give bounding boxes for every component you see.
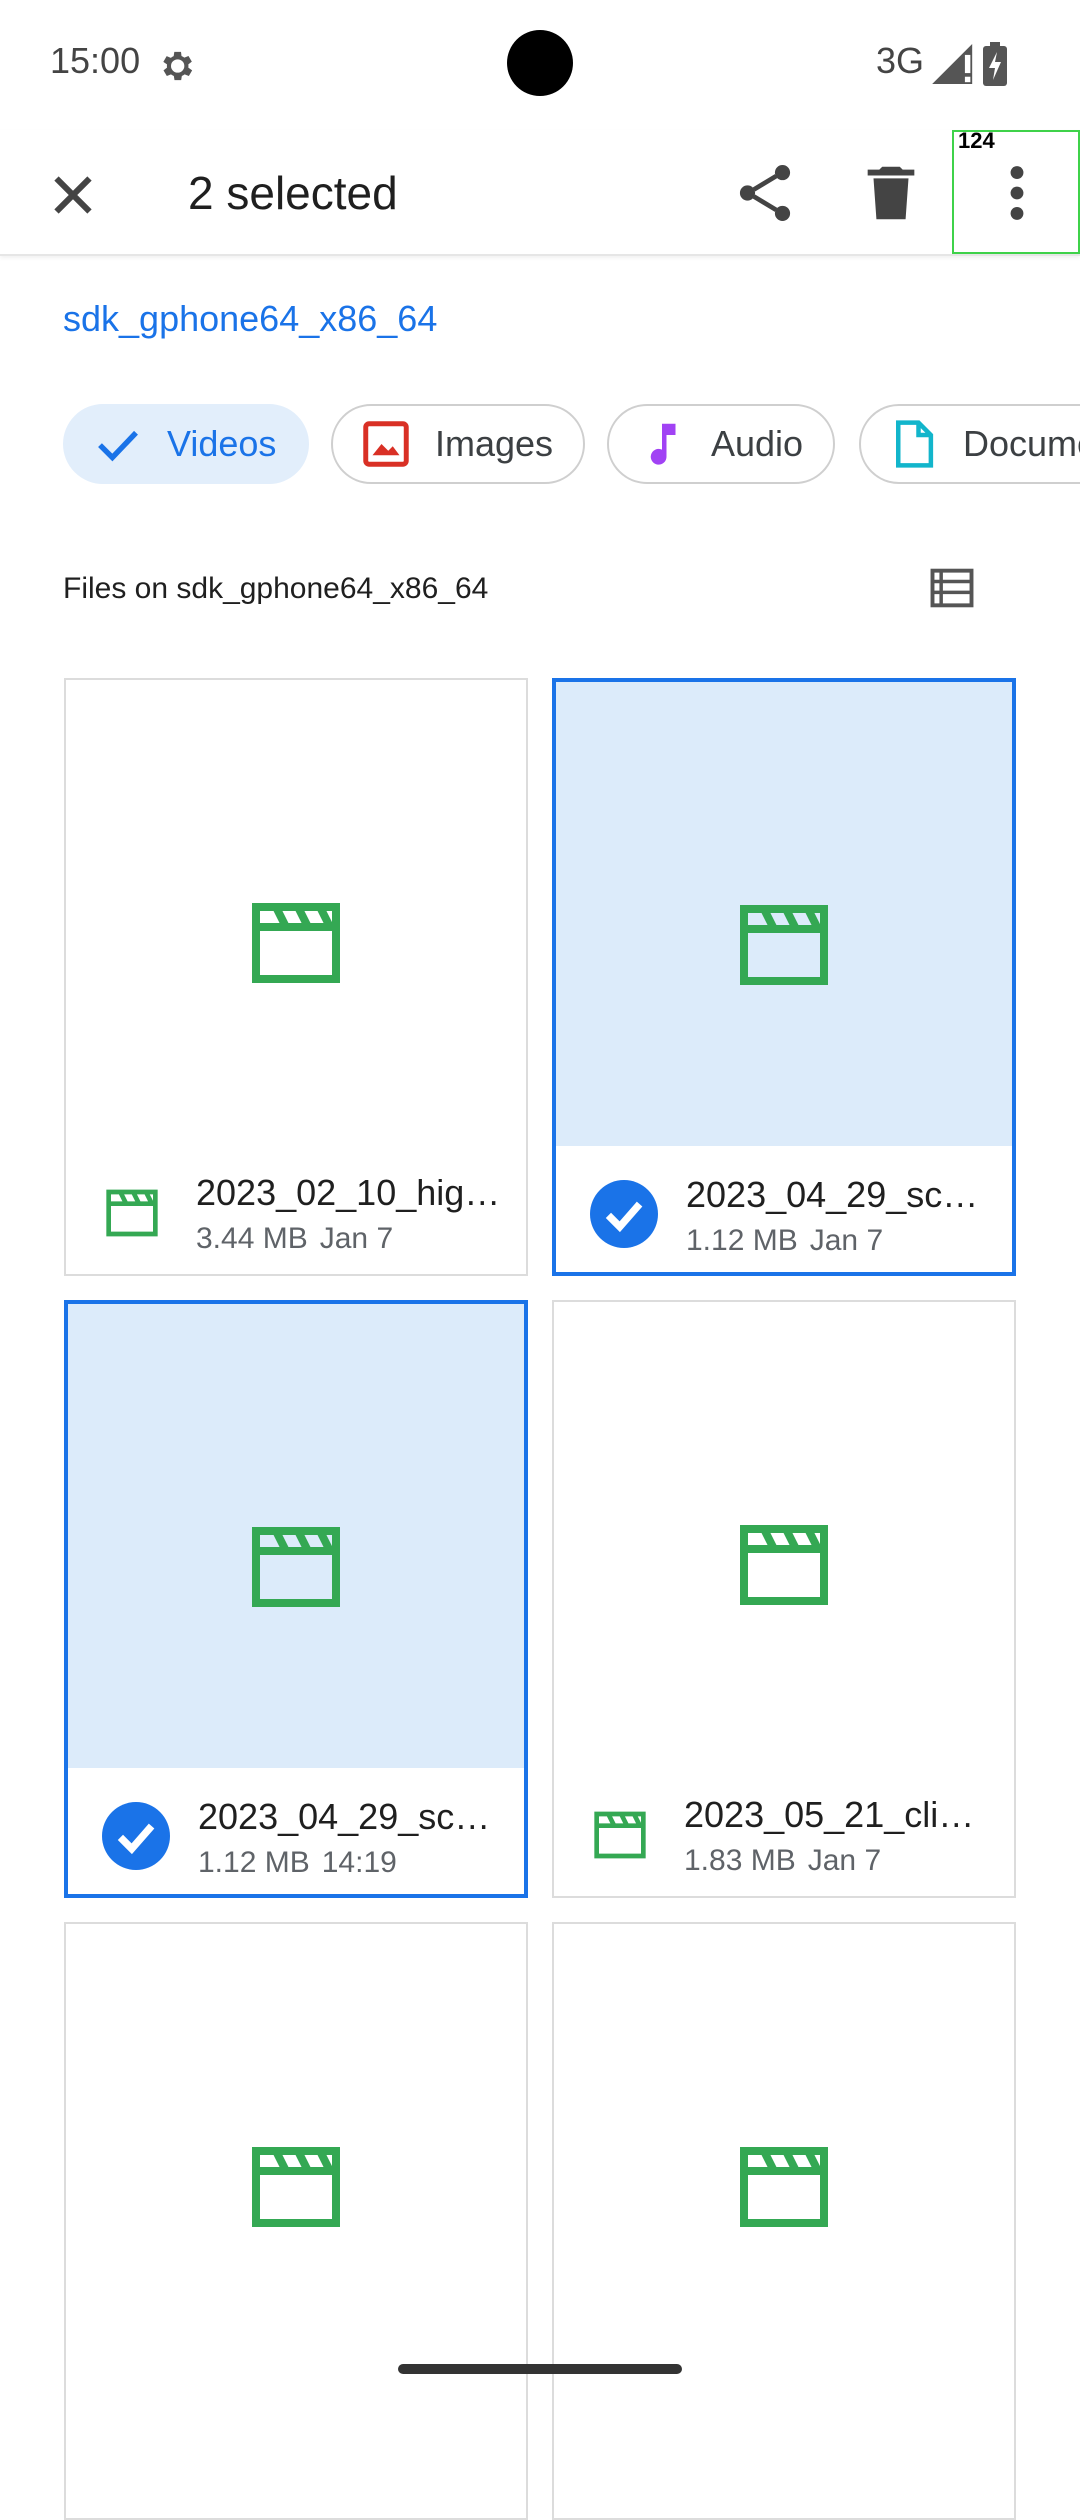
section-title: Files on sdk_gphone64_x86_64 <box>63 572 489 605</box>
file-card-footer: 2023_04_29_sc… 1.12 MB Jan 7 <box>556 1146 1012 1272</box>
file-name: 2023_04_29_sc… <box>198 1796 491 1837</box>
status-bar: 15:00 3G <box>0 0 1080 130</box>
selection-action-bar: 2 selected 124 <box>0 128 1080 256</box>
file-date: Jan 7 <box>807 1844 882 1877</box>
file-thumbnail <box>66 1924 526 2388</box>
chip-label: Audio <box>711 423 804 464</box>
file-date: 14:19 <box>321 1846 397 1879</box>
battery-charging-icon <box>983 42 1007 86</box>
signal-icon <box>932 44 973 84</box>
file-meta: 1.83 MB Jan 7 <box>684 1844 893 1878</box>
image-icon <box>363 421 409 467</box>
breadcrumb[interactable]: sdk_gphone64_x86_64 <box>63 298 437 340</box>
list-view-icon[interactable] <box>926 562 978 614</box>
selected-check-icon[interactable] <box>590 1180 658 1248</box>
camera-cutout <box>507 30 573 96</box>
delete-icon[interactable] <box>856 158 926 228</box>
file-size: 1.12 MB <box>686 1224 798 1257</box>
file-name: 2023_05_21_cli… <box>684 1794 975 1835</box>
home-indicator[interactable] <box>398 2364 682 2374</box>
file-card-selected[interactable]: 2023_04_29_sc… 1.12 MB 14:19 <box>64 1300 528 1898</box>
chip-audio[interactable]: Audio <box>607 404 835 484</box>
video-clapper-icon <box>252 903 340 983</box>
file-name: 2023_02_10_hig… <box>196 1172 496 1213</box>
status-time: 15:00 <box>50 40 141 81</box>
file-card[interactable] <box>64 1922 528 2520</box>
chip-videos[interactable]: Videos <box>63 404 309 484</box>
video-clapper-icon <box>252 1527 340 1607</box>
file-date: Jan 7 <box>809 1224 884 1257</box>
file-card-selected[interactable]: 2023_04_29_sc… 1.12 MB Jan 7 <box>552 678 1016 1276</box>
file-thumbnail <box>66 680 526 1144</box>
video-clapper-icon <box>252 2147 340 2227</box>
chip-label: Documents <box>963 423 1080 464</box>
file-size: 1.12 MB <box>198 1846 310 1879</box>
file-meta: 1.12 MB Jan 7 <box>686 1224 895 1258</box>
file-thumbnail <box>554 1302 1014 1766</box>
file-thumbnail <box>556 682 1012 1146</box>
file-thumbnail <box>68 1304 524 1768</box>
check-icon <box>98 430 138 462</box>
overlay-label: 124 <box>958 128 995 153</box>
chip-label: Images <box>435 423 554 464</box>
selected-check-icon[interactable] <box>102 1802 170 1870</box>
close-icon[interactable] <box>40 162 106 228</box>
chip-label: Videos <box>167 423 277 464</box>
network-type: 3G <box>876 40 925 81</box>
file-name: 2023_04_29_sc… <box>686 1174 979 1215</box>
file-thumbnail <box>554 1924 1014 2388</box>
share-icon[interactable] <box>730 158 800 228</box>
settings-gear-icon <box>163 51 193 81</box>
video-clapper-icon <box>740 2147 828 2227</box>
file-card-footer: 2023_05_21_cli… 1.83 MB Jan 7 <box>554 1766 1014 1896</box>
file-type-chips: Videos Images Audio Documents <box>63 404 1080 488</box>
selection-count-title: 2 selected <box>188 167 398 219</box>
video-file-icon <box>594 1811 646 1859</box>
file-card[interactable]: 2023_02_10_hig… 3.44 MB Jan 7 <box>64 678 528 1276</box>
file-card-footer: 2023_02_10_hig… 3.44 MB Jan 7 <box>66 1144 526 1274</box>
document-icon <box>896 420 934 468</box>
file-date: Jan 7 <box>319 1222 394 1255</box>
more-vert-icon <box>1010 166 1024 220</box>
video-file-icon <box>106 1189 158 1237</box>
more-options-button[interactable]: 124 <box>952 128 1080 254</box>
chip-documents[interactable]: Documents <box>859 404 1080 484</box>
file-card[interactable] <box>552 1922 1016 2520</box>
file-size: 3.44 MB <box>196 1222 308 1255</box>
chip-images[interactable]: Images <box>331 404 585 484</box>
video-clapper-icon <box>740 1525 828 1605</box>
file-card-footer: 2023_04_29_sc… 1.12 MB 14:19 <box>68 1768 524 1894</box>
file-meta: 1.12 MB 14:19 <box>198 1846 409 1880</box>
video-clapper-icon <box>740 905 828 985</box>
file-meta: 3.44 MB Jan 7 <box>196 1222 405 1256</box>
music-note-icon <box>650 423 676 465</box>
file-size: 1.83 MB <box>684 1844 796 1877</box>
file-card[interactable]: 2023_05_21_cli… 1.83 MB Jan 7 <box>552 1300 1016 1898</box>
